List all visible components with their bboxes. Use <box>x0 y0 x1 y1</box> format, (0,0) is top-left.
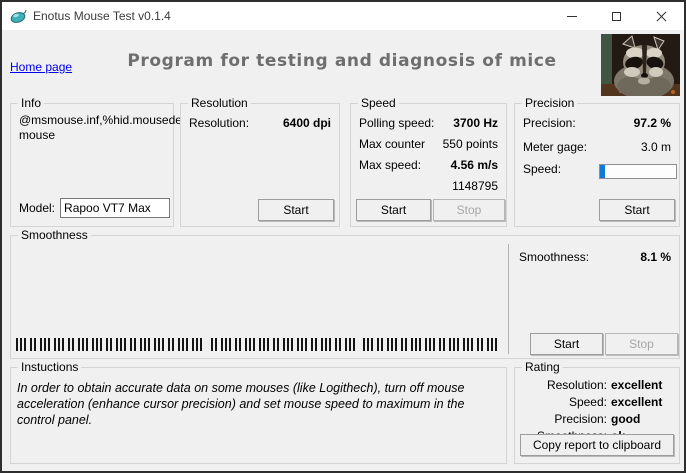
instructions-text: In order to obtain accurate data on some… <box>17 381 465 427</box>
resolution-label: Resolution: <box>189 116 250 130</box>
copy-report-button[interactable]: Copy report to clipboard <box>520 434 674 456</box>
precision-speed-progress-fill <box>600 165 605 178</box>
rating-group: Rating Resolution: excellent Speed: exce… <box>514 360 680 464</box>
device-info-text: @msmouse.inf,%hid.mousede mouse <box>19 113 182 142</box>
maximize-button[interactable] <box>594 2 639 31</box>
rating-speed-value: excellent <box>611 395 663 409</box>
titlebar: Enotus Mouse Test v0.1.4 <box>2 2 684 31</box>
rating-row-speed: Speed: excellent <box>515 395 671 412</box>
close-icon <box>656 11 667 22</box>
max-counter-label: Max counter <box>359 137 426 151</box>
resolution-start-button[interactable]: Start <box>258 199 334 221</box>
smoothness-stop-button[interactable]: Stop <box>605 333 678 355</box>
instructions-group: Instuctions In order to obtain accurate … <box>10 360 507 464</box>
model-input[interactable] <box>60 198 171 218</box>
max-speed-counter-value: 1148795 <box>452 179 498 193</box>
precision-group-label: Precision <box>522 96 578 110</box>
precision-label: Precision: <box>523 116 576 130</box>
rating-resolution-value: excellent <box>611 378 663 392</box>
rating-precision-label: Precision: <box>554 412 607 426</box>
close-button[interactable] <box>639 2 684 31</box>
smoothness-group-label: Smoothness <box>18 228 91 242</box>
instructions-group-label: Instuctions <box>18 360 82 374</box>
smoothness-value: 8.1 % <box>640 250 671 264</box>
meter-gage-label: Meter gage: <box>523 140 588 154</box>
precision-group: Precision Precision: 97.2 % Meter gage: … <box>514 96 680 227</box>
raccoon-image <box>601 34 680 99</box>
app-mouse-icon <box>10 9 27 24</box>
model-label: Model: <box>19 201 56 215</box>
resolution-value: 6400 dpi <box>282 116 331 130</box>
rating-speed-label: Speed: <box>568 395 607 409</box>
precision-speed-progressbar <box>599 164 677 179</box>
precision-value: 97.2 % <box>633 116 671 130</box>
speed-start-button[interactable]: Start <box>356 199 431 221</box>
rating-row-precision: Precision: good <box>515 412 671 429</box>
meter-gage-value: 3.0 m <box>640 140 671 154</box>
window-controls <box>549 2 684 31</box>
maximize-icon <box>612 12 621 21</box>
rating-precision-value: good <box>611 412 641 426</box>
info-group-label: Info <box>18 96 45 110</box>
polling-speed-label: Polling speed: <box>359 116 435 130</box>
precision-start-button[interactable]: Start <box>599 199 675 221</box>
client-area: Home page Program for testing and diagno… <box>2 31 684 471</box>
home-page-link[interactable]: Home page <box>10 60 72 74</box>
smoothness-label: Smoothness: <box>519 250 590 264</box>
info-group: Info @msmouse.inf,%hid.mousede mouse Mod… <box>10 96 182 227</box>
app-window: Enotus Mouse Test v0.1.4 Home page Progr… <box>0 0 686 473</box>
max-speed-label: Max speed: <box>359 158 422 172</box>
smoothness-graph <box>16 338 501 351</box>
page-title: Program for testing and diagnosis of mic… <box>127 51 557 71</box>
speed-stop-button[interactable]: Stop <box>433 199 505 221</box>
resolution-group: Resolution Resolution: 6400 dpi Start <box>180 96 340 227</box>
speed-group: Speed Polling speed: 3700 Hz Max counter… <box>350 96 507 227</box>
rating-group-label: Rating <box>522 360 563 374</box>
rating-row-resolution: Resolution: excellent <box>515 378 671 395</box>
minimize-icon <box>566 16 577 17</box>
smoothness-start-button[interactable]: Start <box>530 333 603 355</box>
speed-group-label: Speed <box>358 96 399 110</box>
resolution-group-label: Resolution <box>188 96 251 110</box>
smoothness-group: Smoothness Smoothness: 8.1 % Start Stop <box>10 228 680 359</box>
precision-speed-label: Speed: <box>523 162 562 176</box>
smoothness-divider <box>508 244 509 354</box>
max-counter-value: 550 points <box>442 137 498 151</box>
minimize-button[interactable] <box>549 2 594 31</box>
window-title: Enotus Mouse Test v0.1.4 <box>33 9 171 23</box>
max-speed-value: 4.56 m/s <box>450 158 498 172</box>
polling-speed-value: 3700 Hz <box>453 116 498 130</box>
rating-resolution-label: Resolution: <box>546 378 607 392</box>
